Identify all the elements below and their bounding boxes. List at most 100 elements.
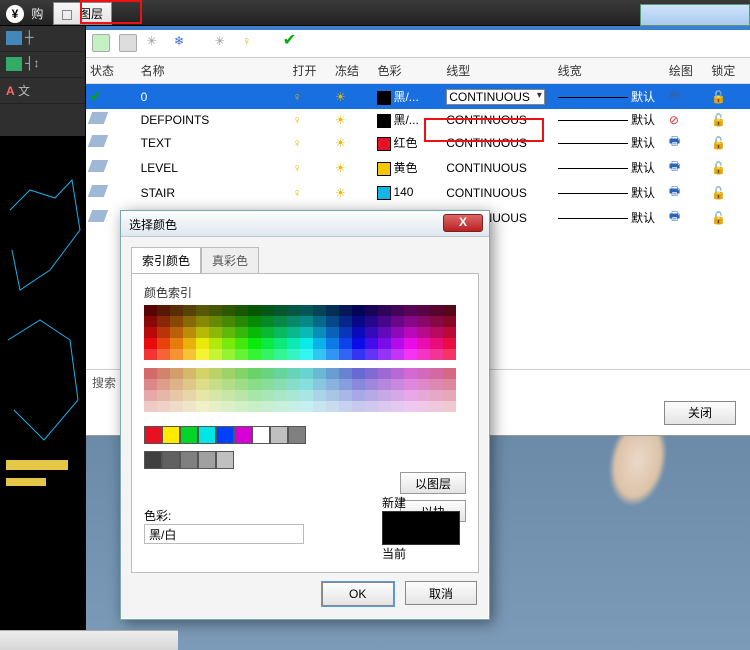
palette-cell[interactable]: [144, 338, 157, 349]
palette-cell[interactable]: [391, 368, 404, 379]
palette-cell[interactable]: [248, 316, 261, 327]
palette-cell[interactable]: [170, 368, 183, 379]
col-lock[interactable]: 锁定: [707, 58, 750, 84]
palette-cell[interactable]: [144, 349, 157, 360]
freeze-icon[interactable]: ☀: [335, 113, 346, 127]
linetype-cell[interactable]: CONTINUOUS: [442, 84, 553, 110]
bulb-icon[interactable]: ♀: [292, 186, 301, 200]
palette-cell[interactable]: [326, 316, 339, 327]
palette-cell[interactable]: [196, 401, 209, 412]
palette-cell[interactable]: [235, 327, 248, 338]
palette-cell[interactable]: [209, 368, 222, 379]
palette-cell[interactable]: [170, 390, 183, 401]
lock-icon[interactable]: 🔓: [711, 211, 726, 225]
palette-cell[interactable]: [417, 368, 430, 379]
palette-cell[interactable]: [170, 401, 183, 412]
palette-cell[interactable]: [209, 379, 222, 390]
lock-icon[interactable]: 🔓: [711, 186, 726, 200]
col-lineweight[interactable]: 线宽: [554, 58, 665, 84]
ok-button[interactable]: OK: [322, 582, 394, 606]
palette-cell[interactable]: [300, 379, 313, 390]
palette-cell[interactable]: [235, 379, 248, 390]
palette-cell[interactable]: [378, 390, 391, 401]
palette-cell[interactable]: [352, 327, 365, 338]
palette-cell[interactable]: [287, 368, 300, 379]
palette-cell[interactable]: [222, 390, 235, 401]
palette-cell[interactable]: [430, 349, 443, 360]
palette-cell[interactable]: [196, 368, 209, 379]
palette-cell[interactable]: [352, 316, 365, 327]
palette-cell[interactable]: [261, 338, 274, 349]
palette-cell[interactable]: [404, 316, 417, 327]
palette-cell[interactable]: [430, 368, 443, 379]
palette-cell[interactable]: [274, 327, 287, 338]
palette-cell[interactable]: [183, 390, 196, 401]
palette-cell[interactable]: [417, 305, 430, 316]
palette-cell[interactable]: [391, 390, 404, 401]
palette-cell[interactable]: [365, 379, 378, 390]
palette-cell[interactable]: [443, 401, 456, 412]
palette-cell[interactable]: [274, 338, 287, 349]
palette-cell[interactable]: [326, 305, 339, 316]
palette-cell[interactable]: [391, 401, 404, 412]
bulb-icon[interactable]: ♀: [292, 161, 301, 175]
palette-cell[interactable]: [248, 305, 261, 316]
bylayer-button[interactable]: 以图层: [400, 472, 466, 494]
color-swatch[interactable]: [377, 114, 391, 128]
linetype-cell[interactable]: CONTINUOUS: [442, 180, 553, 205]
palette-cell[interactable]: [274, 368, 287, 379]
col-freeze[interactable]: 冻结: [331, 58, 374, 84]
col-linetype[interactable]: 线型: [442, 58, 553, 84]
apply-button[interactable]: ✔: [283, 34, 301, 52]
palette-cell[interactable]: [313, 390, 326, 401]
palette-cell[interactable]: [183, 338, 196, 349]
palette-cell[interactable]: [378, 349, 391, 360]
bulb-icon[interactable]: ♀: [242, 34, 260, 52]
palette-cell[interactable]: [170, 349, 183, 360]
palette-cell[interactable]: [404, 305, 417, 316]
palette-cell[interactable]: [365, 327, 378, 338]
palette-cell[interactable]: [417, 379, 430, 390]
palette-cell[interactable]: [417, 316, 430, 327]
cancel-button[interactable]: 取消: [405, 581, 477, 605]
freeze-icon[interactable]: ☀: [335, 136, 346, 150]
table-row[interactable]: STAIR♀☀140CONTINUOUS 默认🖶🔓: [86, 180, 750, 205]
palette-cell[interactable]: [183, 327, 196, 338]
palette-cell[interactable]: [352, 338, 365, 349]
palette-cell[interactable]: [326, 338, 339, 349]
palette-cell[interactable]: [430, 379, 443, 390]
palette-cell[interactable]: [326, 379, 339, 390]
palette-cell[interactable]: [391, 349, 404, 360]
palette-cell[interactable]: [417, 349, 430, 360]
table-row[interactable]: ✔0♀☀黑/...CONTINUOUS 默认🖶🔓: [86, 84, 750, 110]
color-swatch[interactable]: [377, 91, 391, 105]
palette-cell[interactable]: [209, 305, 222, 316]
basic-color-cell[interactable]: [252, 426, 270, 444]
palette-cell[interactable]: [196, 349, 209, 360]
lt-row-3[interactable]: A 文: [0, 78, 85, 104]
palette-cell[interactable]: [274, 379, 287, 390]
palette-cell[interactable]: [235, 349, 248, 360]
linetype-cell[interactable]: CONTINUOUS: [442, 155, 553, 180]
col-plot[interactable]: 绘图: [665, 58, 708, 84]
palette-cell[interactable]: [248, 379, 261, 390]
freeze-icon[interactable]: ☀: [335, 161, 346, 175]
thaw-tool-icon[interactable]: ❄: [174, 34, 192, 52]
palette-cell[interactable]: [274, 305, 287, 316]
palette-cell[interactable]: [261, 368, 274, 379]
palette-cell[interactable]: [261, 327, 274, 338]
freeze-icon[interactable]: ☀: [335, 90, 346, 104]
palette-cell[interactable]: [157, 379, 170, 390]
palette-cell[interactable]: [274, 390, 287, 401]
palette-cell[interactable]: [170, 305, 183, 316]
basic-color-cell[interactable]: [288, 426, 306, 444]
palette-cell[interactable]: [287, 379, 300, 390]
gray-cell[interactable]: [216, 451, 234, 469]
lt-row-1[interactable]: ┼: [0, 26, 85, 52]
palette-cell[interactable]: [391, 379, 404, 390]
palette-cell[interactable]: [144, 305, 157, 316]
col-name[interactable]: 名称: [137, 58, 289, 84]
palette-cell[interactable]: [339, 390, 352, 401]
palette-cell[interactable]: [170, 316, 183, 327]
palette-cell[interactable]: [443, 338, 456, 349]
